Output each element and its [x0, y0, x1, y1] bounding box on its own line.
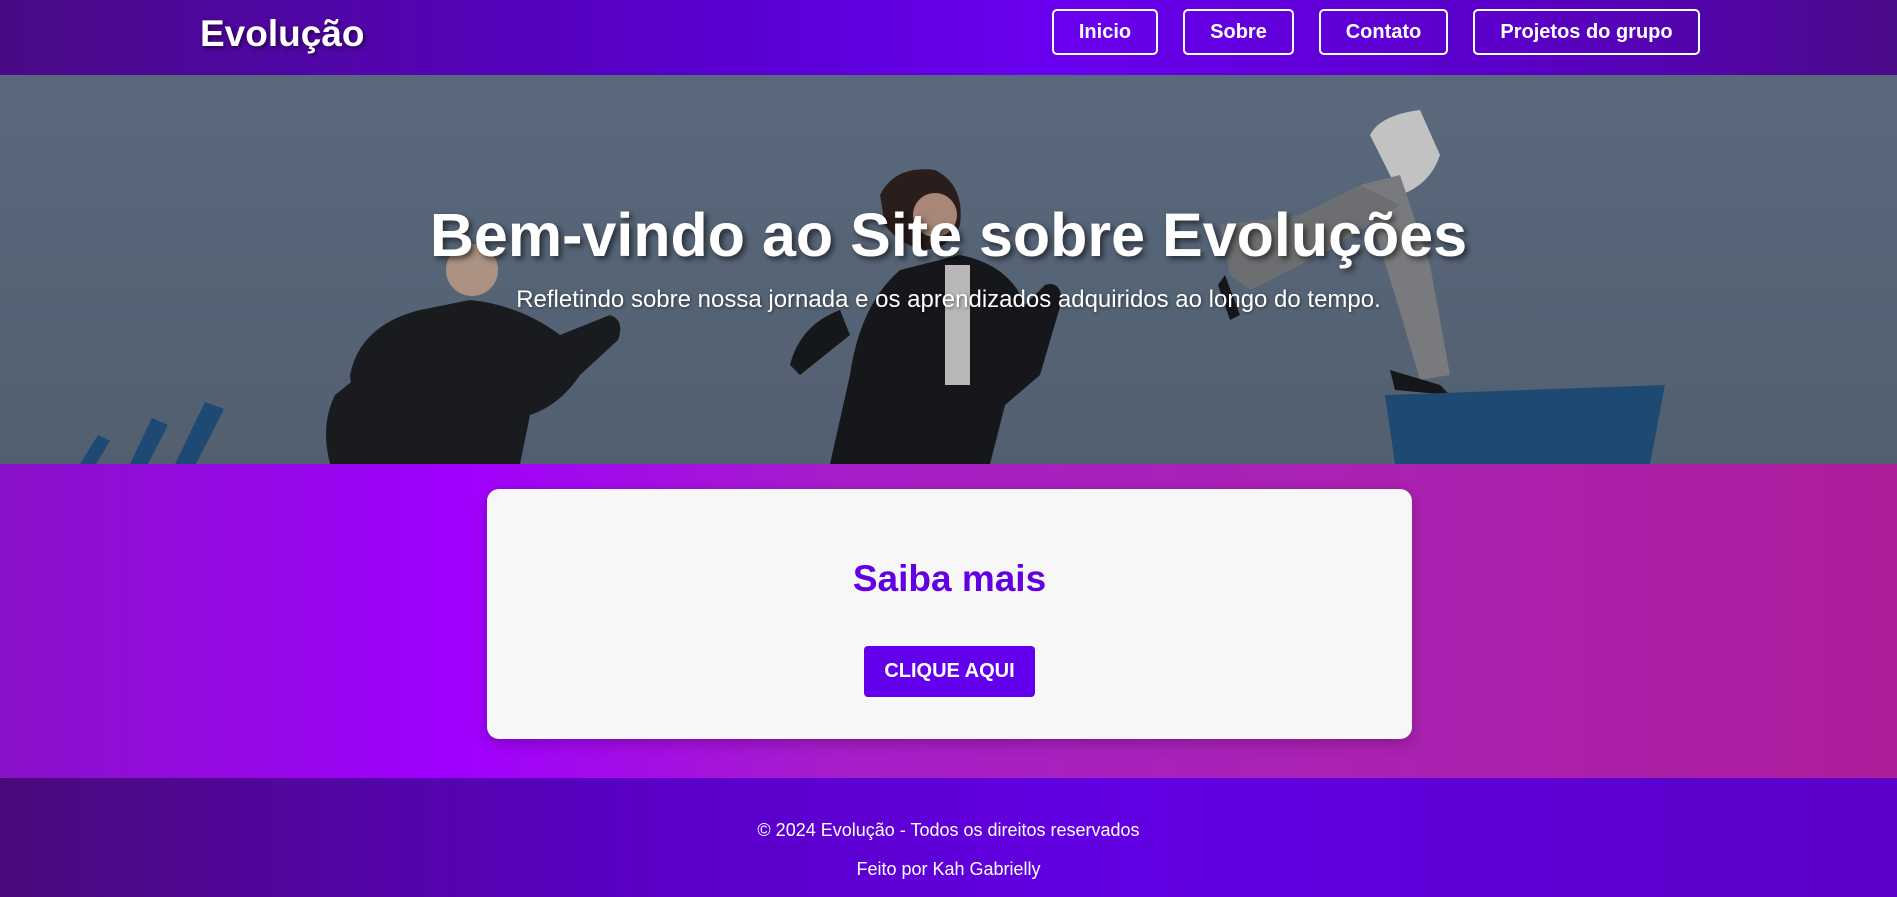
footer-credit: Feito por Kah Gabrielly: [856, 859, 1041, 879]
hero-banner: Bem-vindo ao Site sobre Evoluções Reflet…: [0, 75, 1897, 464]
nav-contato-button[interactable]: Contato: [1319, 9, 1448, 55]
nav-projetos-button[interactable]: Projetos do grupo: [1473, 9, 1700, 55]
nav-sobre-button[interactable]: Sobre: [1183, 9, 1294, 55]
site-footer: © 2024 Evolução - Todos os direitos rese…: [0, 778, 1897, 897]
main-nav: Inicio Sobre Contato Projetos do grupo: [0, 9, 1897, 59]
main-section: Saiba mais CLIQUE AQUI: [0, 464, 1897, 778]
nav-inicio-button[interactable]: Inicio: [1052, 9, 1158, 55]
click-here-button[interactable]: CLIQUE AQUI: [864, 646, 1035, 697]
card-title: Saiba mais: [852, 558, 1047, 599]
site-header: Evolução Inicio Sobre Contato Projetos d…: [0, 0, 1897, 75]
hero-subtitle: Refletindo sobre nossa jornada e os apre…: [516, 286, 1381, 313]
footer-copyright: © 2024 Evolução - Todos os direitos rese…: [757, 820, 1140, 840]
hero-title: Bem-vindo ao Site sobre Evoluções: [429, 201, 1468, 269]
info-card: Saiba mais CLIQUE AQUI: [487, 489, 1412, 739]
